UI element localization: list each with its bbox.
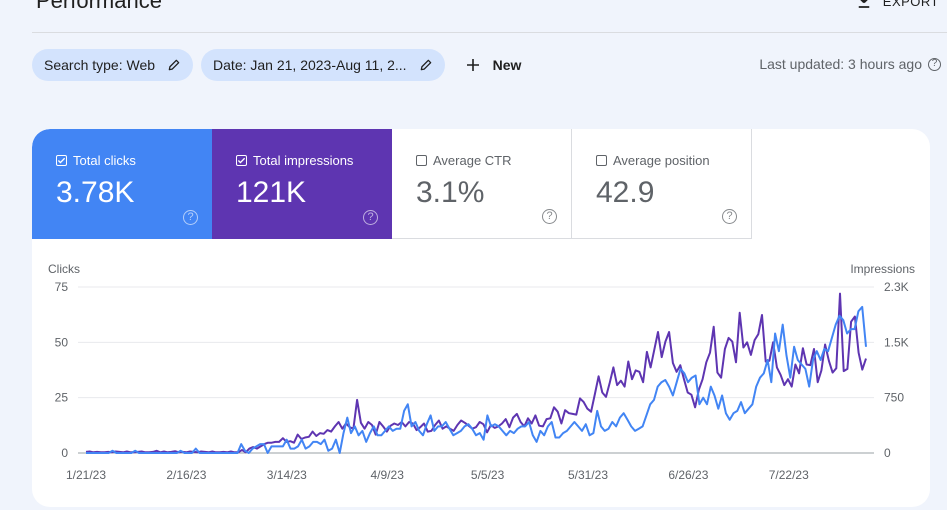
new-filter-label: New [492,57,522,73]
left-axis-tick-label: 75 [55,280,69,294]
date-filter-label: Date: Jan 21, 2023-Aug 11, 2... [213,57,407,73]
help-icon[interactable]: ? [183,210,198,225]
right-axis-title: Impressions [850,262,915,276]
metric-value: 3.1% [416,176,485,209]
help-icon[interactable]: ? [542,209,557,224]
metric-value: 42.9 [596,176,655,209]
x-axis-tick-label: 3/14/23 [267,468,307,482]
help-icon[interactable]: ? [928,57,941,71]
metric-value: 3.78K [56,176,135,209]
checkbox-unchecked-icon[interactable] [596,155,607,166]
page-title: Performance [36,0,162,13]
search-type-filter-chip[interactable]: Search type: Web [32,49,194,81]
left-axis-tick-label: 50 [55,335,69,349]
metric-value: 121K [236,176,307,209]
search-type-filter-label: Search type: Web [44,57,156,73]
performance-card: Total clicks 3.78K ? Total impressions 1… [32,129,930,507]
new-filter-button[interactable]: New [465,57,522,73]
metric-label: Average position [613,153,710,168]
right-axis-tick-label: 2.3K [884,280,909,294]
series-line-impressions[interactable] [85,292,867,454]
metric-label: Total impressions [253,153,354,168]
metric-tabs: Total clicks 3.78K ? Total impressions 1… [32,129,752,239]
x-axis-tick-label: 5/5/23 [471,468,505,482]
header-divider [32,32,947,33]
x-axis-tick-label: 1/21/23 [66,468,106,482]
left-axis-tick-label: 0 [61,446,68,460]
metric-label: Average CTR [433,153,512,168]
x-axis-tick-label: 5/31/23 [568,468,608,482]
edit-pencil-icon [420,59,431,71]
right-axis-tick-label: 0 [884,446,891,460]
last-updated-status: Last updated: 3 hours ago ? [759,56,941,72]
x-axis-tick-label: 7/22/23 [769,468,809,482]
series-line-clicks[interactable] [86,305,867,454]
export-label: EXPORT [882,0,939,9]
metric-total-impressions[interactable]: Total impressions 121K ? [212,129,392,239]
checkbox-checked-icon[interactable] [236,155,247,166]
metric-label: Total clicks [73,153,136,168]
date-filter-chip[interactable]: Date: Jan 21, 2023-Aug 11, 2... [201,49,445,81]
help-icon[interactable]: ? [722,209,737,224]
edit-pencil-icon [168,59,180,71]
x-axis-tick-label: 4/9/23 [371,468,405,482]
left-axis-title: Clicks [48,262,80,276]
checkbox-unchecked-icon[interactable] [416,155,427,166]
metric-average-ctr[interactable]: Average CTR 3.1% ? [392,129,572,239]
right-axis-tick-label: 750 [884,391,904,405]
left-axis-tick-label: 25 [55,391,69,405]
metric-average-position[interactable]: Average position 42.9 ? [572,129,752,239]
export-button[interactable]: EXPORT [855,0,939,10]
x-axis-tick-label: 6/26/23 [668,468,708,482]
x-axis-tick-label: 2/16/23 [166,468,206,482]
last-updated-text: Last updated: 3 hours ago [759,56,922,72]
checkbox-checked-icon[interactable] [56,155,67,166]
line-chart: Clicks Impressions 0255075 07501.5K2.3K … [48,262,915,482]
download-icon [858,0,870,8]
right-axis-tick-label: 1.5K [884,335,909,349]
filter-bar: Search type: Web Date: Jan 21, 2023-Aug … [32,49,521,81]
metric-total-clicks[interactable]: Total clicks 3.78K ? [32,129,212,239]
plus-icon [466,59,479,71]
performance-chart: Clicks Impressions 0 25 50 75 0 750 1.5K 2.3K … [32,239,930,507]
help-icon[interactable]: ? [363,210,378,225]
